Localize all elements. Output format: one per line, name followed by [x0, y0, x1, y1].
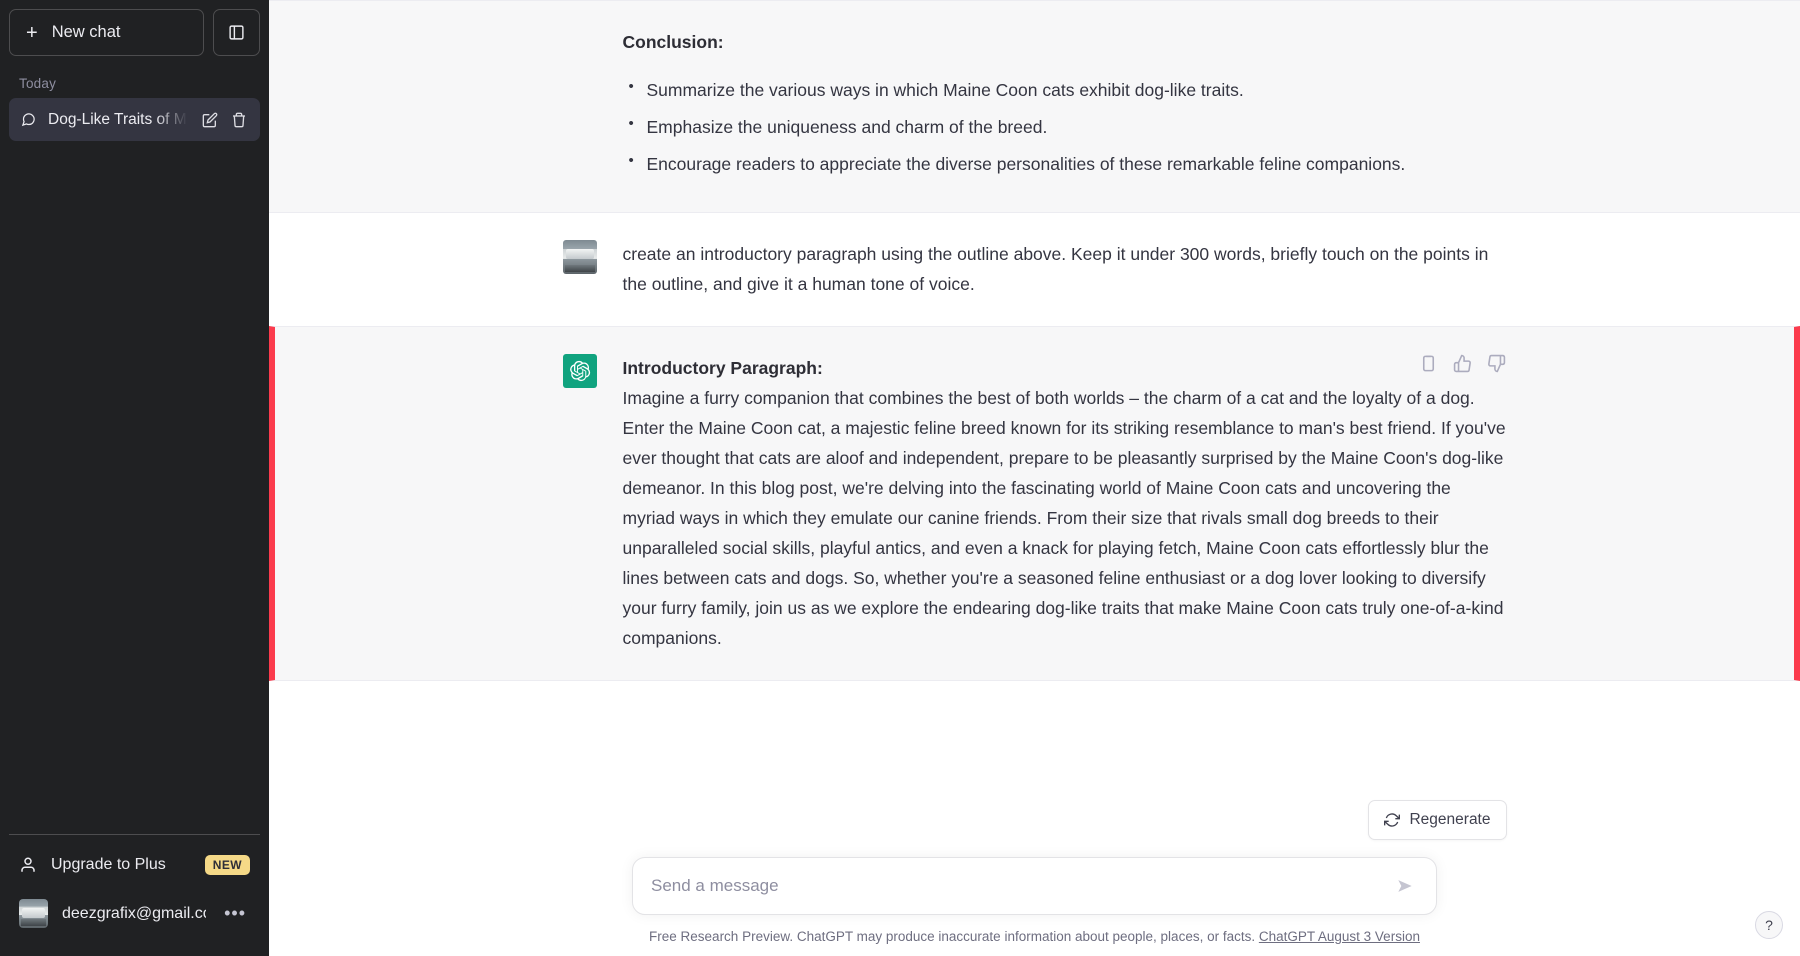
- outline-heading: Conclusion:: [622, 32, 724, 52]
- question-mark-icon: ?: [1765, 917, 1773, 933]
- thumbs-down-icon[interactable]: [1487, 354, 1507, 374]
- chat-bubble-icon: [21, 113, 35, 127]
- new-badge: NEW: [204, 855, 250, 875]
- turn-user: create an introductory paragraph using t…: [269, 213, 1800, 326]
- plus-icon: +: [26, 21, 38, 44]
- regenerate-label: Regenerate: [1409, 811, 1491, 828]
- outline-bullet-list: Summarize the various ways in which Main…: [623, 74, 1507, 179]
- sidebar-collapse-button[interactable]: [213, 9, 260, 56]
- user-message-text: create an introductory paragraph using t…: [622, 244, 1489, 295]
- assistant-response-title: Introductory Paragraph:: [622, 357, 823, 378]
- account-row[interactable]: deezgrafix@gmail.com •••: [9, 887, 260, 940]
- sidebar: + New chat Today Dog-Like Traits of Main: [0, 0, 269, 956]
- list-item: Summarize the various ways in which Main…: [623, 74, 1507, 105]
- main-panel: Conclusion: Summarize the various ways i…: [269, 0, 1800, 956]
- turn-assistant-answer-highlighted: Introductory Paragraph: Imagine a furry …: [269, 325, 1800, 681]
- trash-icon[interactable]: [230, 110, 248, 130]
- chat-history-list: Dog-Like Traits of Main: [9, 98, 260, 834]
- avatar: [19, 899, 48, 928]
- thumbs-up-glyph: [1453, 354, 1471, 372]
- thumbs-up-icon[interactable]: [1453, 354, 1473, 374]
- sidebar-section-label: Today: [19, 76, 57, 91]
- assistant-response-header: Introductory Paragraph:: [623, 353, 1507, 383]
- chatgpt-app-window: + New chat Today Dog-Like Traits of Main: [0, 0, 1800, 956]
- avatar-spacer: [563, 28, 597, 62]
- regenerate-button[interactable]: Regenerate: [1368, 800, 1507, 840]
- chatgpt-logo-icon: [562, 353, 597, 388]
- avatar: [562, 240, 597, 275]
- upgrade-label: Upgrade to Plus: [51, 856, 166, 873]
- conversation-thread[interactable]: Conclusion: Summarize the various ways i…: [269, 0, 1800, 782]
- thumbs-down-glyph: [1487, 354, 1505, 372]
- list-item: Encourage readers to appreciate the dive…: [623, 148, 1507, 179]
- message-body-outline: Conclusion: Summarize the various ways i…: [623, 27, 1507, 186]
- list-item: Emphasize the uniqueness and charm of th…: [623, 111, 1507, 142]
- account-email: deezgrafix@gmail.com: [62, 904, 206, 922]
- sidebar-footer: Upgrade to Plus NEW deezgrafix@gmail.com…: [9, 834, 260, 956]
- send-arrow-icon: [1398, 880, 1412, 892]
- composer-zone: Regenerate Free Research Preview. ChatGP…: [269, 782, 1800, 956]
- disclaimer-text: Free Research Preview. ChatGPT may produ…: [649, 929, 1256, 944]
- copy-icon[interactable]: [1419, 354, 1439, 374]
- copy-glyph: [1422, 355, 1434, 371]
- sidebar-collapse-icon: [229, 25, 244, 40]
- new-chat-button[interactable]: + New chat: [9, 9, 204, 56]
- footer-disclaimer: Free Research Preview. ChatGPT may produ…: [649, 929, 1420, 944]
- assistant-paragraph: Imagine a furry companion that combines …: [622, 387, 1506, 649]
- message-input[interactable]: [651, 876, 1392, 896]
- regenerate-row: Regenerate: [505, 782, 1565, 840]
- message-actions: [1419, 353, 1507, 374]
- person-icon: [21, 857, 35, 872]
- send-button[interactable]: [1392, 873, 1418, 899]
- ellipsis-icon[interactable]: •••: [220, 903, 250, 924]
- upgrade-to-plus-button[interactable]: Upgrade to Plus NEW: [9, 843, 260, 887]
- turn-assistant-outline: Conclusion: Summarize the various ways i…: [269, 0, 1800, 214]
- message-body-assistant: Introductory Paragraph: Imagine a furry …: [623, 353, 1507, 654]
- pencil-glyph: [202, 112, 217, 127]
- trash-glyph: [233, 112, 246, 127]
- refresh-icon: [1384, 813, 1401, 827]
- message-composer[interactable]: [632, 857, 1437, 915]
- chat-list-item-title: Dog-Like Traits of Main: [48, 110, 189, 128]
- chat-list-item-active[interactable]: Dog-Like Traits of Main: [9, 98, 260, 141]
- new-chat-label: New chat: [51, 23, 121, 41]
- message-body-user: create an introductory paragraph using t…: [623, 239, 1507, 299]
- openai-swirl-glyph: [569, 360, 590, 381]
- sidebar-top-actions: + New chat: [9, 9, 260, 56]
- help-button[interactable]: ?: [1755, 911, 1783, 939]
- pencil-icon[interactable]: [201, 110, 219, 130]
- version-link[interactable]: ChatGPT August 3 Version: [1259, 929, 1420, 944]
